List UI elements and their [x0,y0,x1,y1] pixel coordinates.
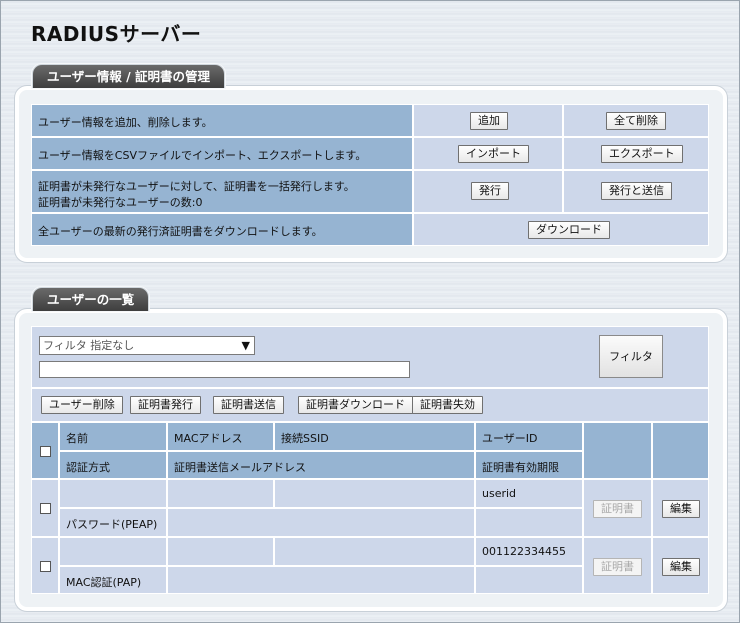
header-cert-expiry-label: 証明書有効期限 [482,461,559,474]
row-download-desc: 全ユーザーの最新の発行済証明書をダウンロードします。 [31,213,413,246]
row-issue-send-cell: 発行と送信 [563,170,709,213]
row-delete-all-cell: 全て削除 [563,104,709,137]
delete-all-button[interactable]: 全て削除 [606,112,666,130]
user-ssid-cell [274,479,475,508]
edit-button[interactable]: 編集 [662,558,700,576]
user-mac-cell [167,479,274,508]
row-import-export-desc: ユーザー情報をCSVファイルでインポート、エクスポートします。 [31,137,413,170]
unissued-count-text: 証明書が未発行なユーザーの数:0 [38,196,203,209]
user-name-cell [59,479,167,508]
import-button[interactable]: インポート [458,145,529,163]
header-cert-mail-label: 証明書送信メールアドレス [174,461,306,474]
download-cert-button[interactable]: 証明書ダウンロード [298,396,413,414]
cert-button[interactable]: 証明書 [593,558,642,576]
header-ssid: 接続SSID [274,422,475,451]
row-checkbox[interactable] [40,503,51,514]
table-row [31,479,59,537]
issue-cert-button[interactable]: 証明書発行 [130,396,201,414]
header-cert-col [583,422,652,479]
user-cert-mail-cell [167,566,475,594]
user-id: 001122334455 [482,545,566,558]
desc-text: 証明書が未発行なユーザーに対して、証明書を一括発行します。 [38,180,355,193]
add-button[interactable]: 追加 [470,112,508,130]
desc-text: ユーザー情報を追加、削除します。 [38,116,213,129]
filter-selected-value: フィルタ 指定なし [43,339,135,352]
issue-and-send-button[interactable]: 発行と送信 [601,182,672,200]
user-cert-expiry-cell [475,566,583,594]
user-name-cell [59,537,167,566]
user-auth: MAC認証(PAP) [66,576,142,589]
user-ssid-cell [274,537,475,566]
download-button[interactable]: ダウンロード [528,221,610,239]
delete-user-button[interactable]: ユーザー削除 [41,396,123,414]
user-cert-expiry-cell [475,508,583,537]
row-add-delete-desc: ユーザー情報を追加、削除します。 [31,104,413,137]
user-id-cell: userid [475,479,583,508]
send-cert-button[interactable]: 証明書送信 [213,396,284,414]
header-user-id-label: ユーザーID [482,432,538,445]
header-cert-expiry: 証明書有効期限 [475,451,583,479]
table-row [31,537,59,594]
user-edit-cell: 編集 [652,537,709,594]
select-all-checkbox[interactable] [40,446,51,457]
filter-select[interactable]: フィルタ 指定なし ▼ [39,336,255,355]
user-edit-cell: 編集 [652,479,709,537]
page-title: RADIUSサーバー [31,22,202,46]
export-button[interactable]: エクスポート [601,145,683,163]
row-issue-desc: 証明書が未発行なユーザーに対して、証明書を一括発行します。 証明書が未発行なユー… [31,170,413,213]
user-cert-cell: 証明書 [583,479,652,537]
user-id-cell: 001122334455 [475,537,583,566]
user-auth-cell: パスワード(PEAP) [59,508,167,537]
row-issue-cell: 発行 [413,170,563,213]
desc-text: 全ユーザーの最新の発行済証明書をダウンロードします。 [38,225,323,238]
user-auth: パスワード(PEAP) [66,518,158,531]
header-mac: MACアドレス [167,422,274,451]
header-auth: 認証方式 [59,451,167,479]
user-id: userid [482,487,517,500]
header-auth-label: 認証方式 [66,461,110,474]
user-cert-mail-cell [167,508,475,537]
header-ssid-label: 接続SSID [281,432,329,445]
tab-user-info: ユーザー情報 / 証明書の管理 [32,64,226,88]
row-export-cell: エクスポート [563,137,709,170]
header-mac-label: MACアドレス [174,432,243,445]
chevron-down-icon: ▼ [241,339,250,352]
row-checkbox[interactable] [40,561,51,572]
filter-text-input[interactable] [39,361,410,378]
cert-button[interactable]: 証明書 [593,500,642,518]
row-import-cell: インポート [413,137,563,170]
user-auth-cell: MAC認証(PAP) [59,566,167,594]
desc-text: ユーザー情報をCSVファイルでインポート、エクスポートします。 [38,149,367,162]
user-mac-cell [167,537,274,566]
header-user-id: ユーザーID [475,422,583,451]
header-edit-col [652,422,709,479]
header-name-label: 名前 [66,432,88,445]
edit-button[interactable]: 編集 [662,500,700,518]
issue-button[interactable]: 発行 [471,182,509,200]
header-name: 名前 [59,422,167,451]
header-cert-mail: 証明書送信メールアドレス [167,451,475,479]
filter-button[interactable]: フィルタ [599,335,663,378]
row-add-cell: 追加 [413,104,563,137]
revoke-cert-button[interactable]: 証明書失効 [412,396,483,414]
header-checkbox-cell [31,422,59,479]
user-cert-cell: 証明書 [583,537,652,594]
tab-user-list: ユーザーの一覧 [32,287,150,311]
row-download-cell: ダウンロード [413,213,709,246]
